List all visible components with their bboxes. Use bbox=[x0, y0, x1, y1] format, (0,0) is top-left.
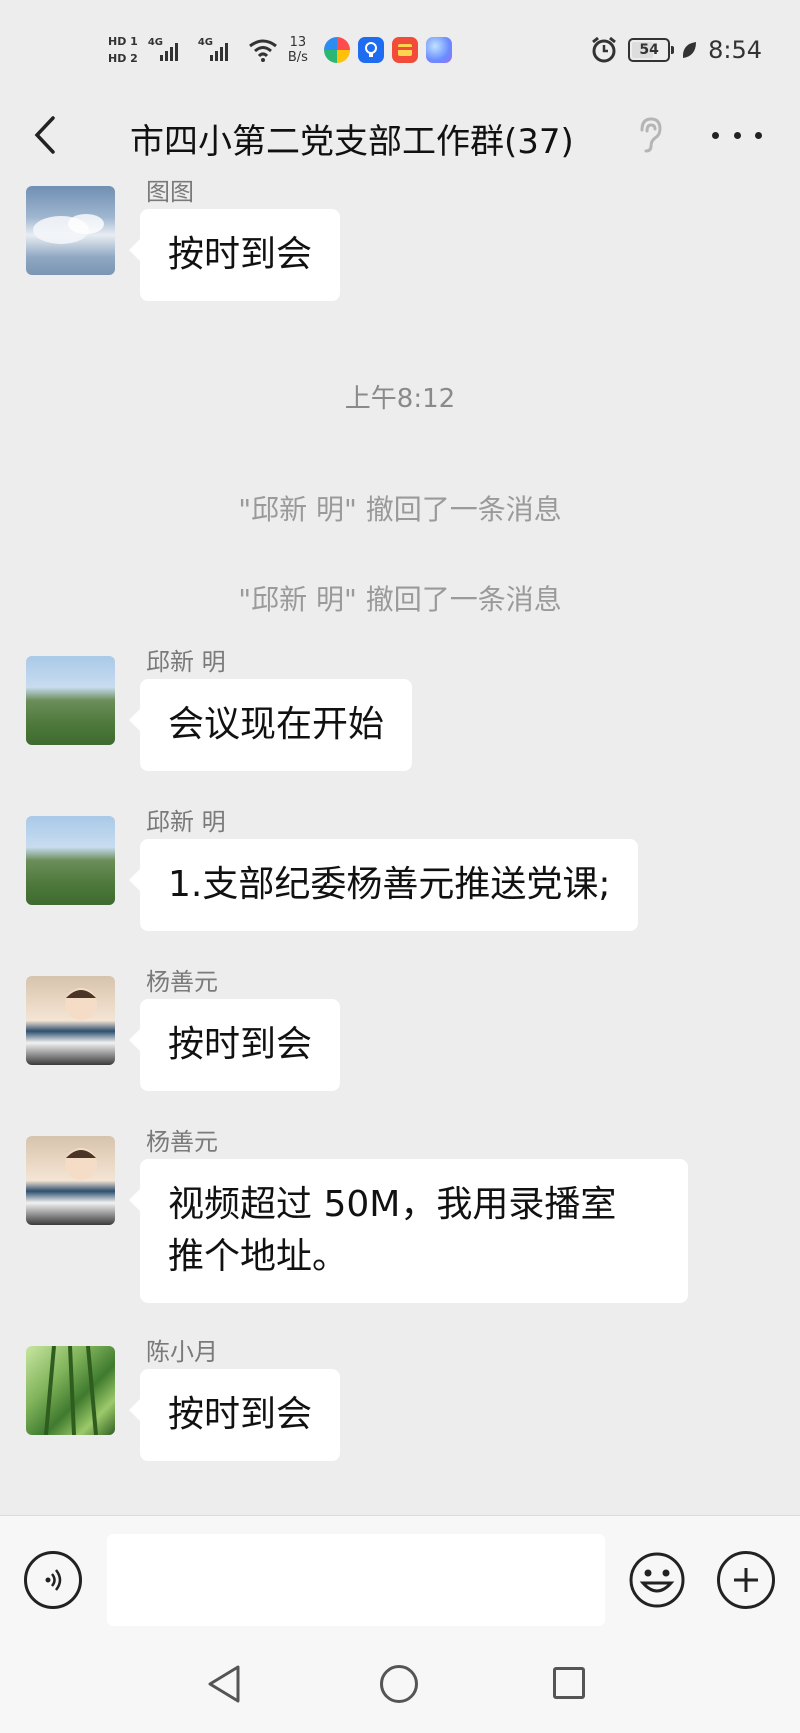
nav-recent-icon[interactable] bbox=[553, 1667, 585, 1699]
status-left: HD 1 HD 2 4G 4G 13 B/s bbox=[108, 26, 452, 74]
back-arrow-icon bbox=[34, 116, 55, 154]
sender-name: 图图 bbox=[146, 178, 194, 206]
message-list[interactable]: 图图 按时到会 上午8:12 "邱新 明" 撤回了一条消息 "邱新 明" 撤回了… bbox=[0, 170, 800, 1515]
avatar[interactable] bbox=[26, 816, 115, 905]
hd-indicators: HD 1 HD 2 bbox=[108, 35, 138, 65]
plus-button[interactable] bbox=[717, 1551, 775, 1609]
nav-home-icon[interactable] bbox=[380, 1665, 418, 1703]
recall-notice: "邱新 明" 撤回了一条消息 bbox=[238, 493, 562, 526]
emoji-icon[interactable] bbox=[628, 1551, 686, 1609]
recall-notice: "邱新 明" 撤回了一条消息 bbox=[238, 583, 562, 616]
ear-icon[interactable] bbox=[636, 116, 664, 154]
sender-name: 杨善元 bbox=[146, 968, 218, 996]
signal-1-icon: 4G bbox=[148, 35, 188, 65]
message-bubble[interactable]: 按时到会 bbox=[128, 999, 341, 1091]
wifi-icon bbox=[248, 39, 277, 62]
speed-unit: B/s bbox=[287, 50, 308, 65]
back-button[interactable] bbox=[22, 112, 68, 158]
network-speed: 13 B/s bbox=[288, 35, 308, 65]
sender-name: 杨善元 bbox=[146, 1128, 218, 1156]
app-bulb-icon bbox=[357, 37, 384, 63]
message-bubble[interactable]: 会议现在开始 bbox=[128, 679, 413, 771]
message-input[interactable] bbox=[107, 1534, 605, 1626]
chat-title: 市四小第二党支部工作群(37) bbox=[130, 122, 574, 162]
app-card-icon bbox=[391, 37, 418, 63]
chat-header: 市四小第二党支部工作群(37) bbox=[0, 100, 800, 170]
clock-time: 8:54 bbox=[708, 36, 762, 64]
sender-name: 陈小月 bbox=[146, 1338, 218, 1366]
system-nav-bar bbox=[0, 1643, 800, 1733]
app-pinwheel-icon bbox=[323, 37, 350, 63]
time-separator: 上午8:12 bbox=[344, 384, 456, 414]
leaf-icon bbox=[683, 42, 697, 58]
avatar[interactable] bbox=[26, 1136, 115, 1225]
status-right: 54 8:54 bbox=[590, 30, 762, 70]
input-bar bbox=[0, 1515, 800, 1643]
battery-indicator: 54 bbox=[628, 38, 675, 62]
message-bubble[interactable]: 1.支部纪委杨善元推送党课; bbox=[128, 839, 639, 931]
message-line: 视频超过 50M，我用录播室 bbox=[168, 1184, 617, 1225]
sender-name: 邱新 明 bbox=[146, 648, 226, 676]
status-bar: HD 1 HD 2 4G 4G 13 B/s 54 8:54 bbox=[0, 0, 800, 100]
nav-back-icon[interactable] bbox=[206, 1663, 242, 1705]
avatar[interactable] bbox=[26, 976, 115, 1065]
message-bubble[interactable]: 按时到会 bbox=[128, 209, 341, 301]
avatar[interactable] bbox=[26, 656, 115, 745]
battery-level: 54 bbox=[639, 42, 659, 58]
avatar[interactable] bbox=[26, 186, 115, 275]
voice-icon bbox=[45, 1569, 62, 1591]
more-button[interactable] bbox=[712, 120, 762, 150]
message-bubble[interactable]: 视频超过 50M，我用录播室 推个地址。 bbox=[129, 1159, 688, 1303]
notification-icons bbox=[323, 37, 452, 63]
hd1-indicator: HD 1 bbox=[108, 35, 138, 48]
message-bubble[interactable]: 按时到会 bbox=[128, 1369, 341, 1461]
hd2-indicator: HD 2 bbox=[108, 52, 138, 65]
signal-2-icon: 4G bbox=[198, 35, 238, 65]
voice-button[interactable] bbox=[24, 1551, 82, 1609]
avatar[interactable] bbox=[26, 1346, 115, 1435]
sender-name: 邱新 明 bbox=[146, 808, 226, 836]
alarm-icon bbox=[592, 36, 617, 63]
more-icon bbox=[712, 131, 719, 139]
app-sphere-icon bbox=[425, 37, 452, 63]
message-line: 推个地址。 bbox=[168, 1236, 349, 1277]
speed-value: 13 bbox=[289, 35, 307, 50]
plus-icon bbox=[734, 1568, 758, 1592]
